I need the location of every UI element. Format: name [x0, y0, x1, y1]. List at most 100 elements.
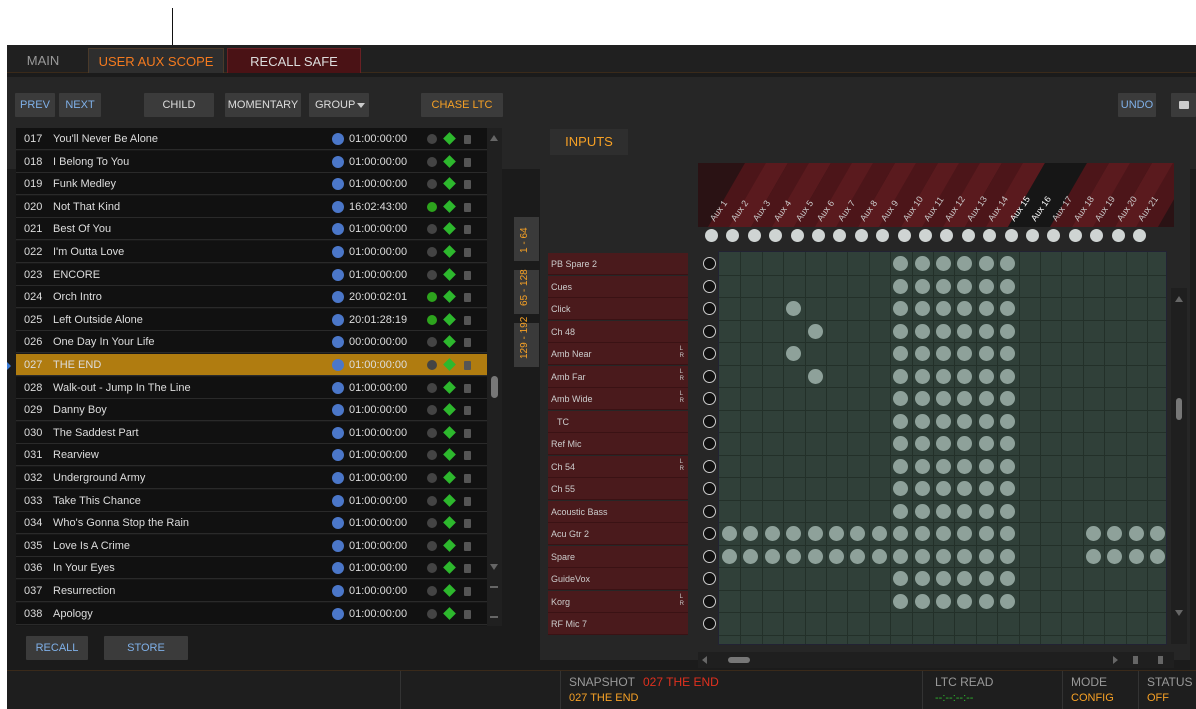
- assignment-dot[interactable]: [914, 503, 930, 519]
- scroll-down-icon[interactable]: [490, 564, 498, 570]
- assignment-dot[interactable]: [978, 323, 994, 339]
- assignment-dot[interactable]: [957, 391, 973, 406]
- assignment-dot[interactable]: [1000, 458, 1016, 474]
- assignment-dot[interactable]: [1000, 346, 1016, 361]
- assignment-dot[interactable]: [936, 323, 951, 339]
- clock-icon[interactable]: [427, 518, 437, 529]
- assignment-dot[interactable]: [914, 548, 930, 564]
- list-item[interactable]: 026 One Day In Your Life 00:00:00:00: [16, 331, 487, 354]
- assignment-dot[interactable]: [936, 256, 951, 271]
- film-reel-icon[interactable]: [332, 585, 344, 597]
- play-icon[interactable]: [703, 347, 716, 360]
- vertical-scroll-thumb[interactable]: [1176, 398, 1182, 420]
- folder-button[interactable]: [1171, 93, 1196, 117]
- assignment-dot[interactable]: [1000, 278, 1016, 294]
- aux-select-icon[interactable]: [812, 229, 825, 242]
- aux-select-icon[interactable]: [1047, 229, 1061, 242]
- clock-icon[interactable]: [427, 224, 437, 235]
- store-button[interactable]: STORE: [104, 636, 188, 660]
- list-item[interactable]: 020 Not That Kind 16:02:43:00: [16, 195, 487, 218]
- lock-icon[interactable]: [464, 496, 471, 506]
- clock-icon[interactable]: [427, 540, 437, 551]
- assignment-dot[interactable]: [764, 548, 780, 564]
- lock-icon[interactable]: [464, 519, 471, 529]
- assignment-dot[interactable]: [978, 571, 994, 586]
- diamond-icon[interactable]: [443, 154, 456, 168]
- assignment-dot[interactable]: [850, 548, 866, 564]
- list-item[interactable]: 037 Resurrection 01:00:00:00: [16, 580, 487, 602]
- list-scroll-thumb[interactable]: [491, 376, 498, 398]
- assignment-dot[interactable]: [914, 593, 930, 609]
- assignment-dot[interactable]: [1000, 548, 1016, 564]
- aux-select-icon[interactable]: [876, 229, 890, 242]
- lock-icon[interactable]: [464, 564, 471, 574]
- assignment-dot[interactable]: [893, 323, 909, 339]
- assignment-dot[interactable]: [829, 548, 844, 564]
- scroll-left-icon[interactable]: [702, 656, 707, 664]
- play-icon[interactable]: [703, 369, 716, 383]
- diamond-icon[interactable]: [443, 516, 456, 530]
- aux-select-icon[interactable]: [940, 229, 954, 242]
- diamond-icon[interactable]: [443, 471, 456, 484]
- assignment-dot[interactable]: [936, 436, 951, 451]
- assignment-dot[interactable]: [936, 458, 951, 474]
- prev-button[interactable]: PREV: [15, 93, 55, 117]
- film-reel-icon[interactable]: [332, 155, 344, 168]
- bank-tab[interactable]: 1 - 64: [514, 217, 539, 261]
- lock-icon[interactable]: [464, 541, 471, 551]
- assignment-dot[interactable]: [743, 526, 759, 541]
- play-icon[interactable]: [703, 594, 716, 608]
- film-reel-icon[interactable]: [332, 200, 344, 213]
- diamond-icon[interactable]: [443, 290, 456, 304]
- assignment-dot[interactable]: [786, 346, 802, 361]
- tab-main[interactable]: MAIN: [13, 48, 73, 73]
- assignment-dot[interactable]: [957, 503, 973, 519]
- lock-icon[interactable]: [464, 293, 471, 303]
- diamond-icon[interactable]: [443, 267, 456, 281]
- play-icon[interactable]: [703, 437, 716, 450]
- assignment-dot[interactable]: [1085, 548, 1101, 564]
- clock-icon[interactable]: [427, 495, 437, 506]
- aux-select-icon[interactable]: [1004, 229, 1018, 242]
- assignment-dot[interactable]: [893, 503, 909, 519]
- assignment-dot[interactable]: [1107, 548, 1123, 564]
- list-item[interactable]: 017 You'll Never Be Alone 01:00:00:00: [16, 128, 487, 150]
- aux-select-icon[interactable]: [747, 229, 761, 242]
- clock-icon[interactable]: [427, 156, 437, 167]
- film-reel-icon[interactable]: [332, 268, 344, 281]
- list-item[interactable]: 030 The Saddest Part 01:00:00:00: [16, 421, 487, 444]
- aux-select-icon[interactable]: [961, 229, 975, 242]
- clock-icon[interactable]: [427, 586, 437, 596]
- assignment-dot[interactable]: [1000, 526, 1016, 541]
- list-item[interactable]: 018 I Belong To You 01:00:00:00: [16, 150, 487, 173]
- scroll-right-icon[interactable]: [1113, 656, 1118, 664]
- lock-icon[interactable]: [464, 474, 471, 483]
- chase-ltc-button[interactable]: CHASE LTC: [421, 93, 503, 117]
- list-item[interactable]: 021 Best Of You 01:00:00:00: [16, 218, 487, 241]
- aux-select-icon[interactable]: [983, 229, 997, 242]
- aux-select-icon[interactable]: [833, 229, 847, 242]
- assignment-dot[interactable]: [936, 548, 951, 564]
- assignment-dot[interactable]: [957, 571, 973, 586]
- clock-icon[interactable]: [427, 179, 437, 190]
- assignment-dot[interactable]: [957, 323, 973, 339]
- undo-button[interactable]: UNDO: [1118, 93, 1156, 117]
- play-icon[interactable]: [703, 617, 716, 630]
- input-label[interactable]: Ch 48: [548, 320, 688, 343]
- assignment-dot[interactable]: [978, 256, 994, 271]
- assignment-dot[interactable]: [978, 526, 994, 541]
- play-icon[interactable]: [703, 482, 716, 495]
- input-label[interactable]: Cues: [548, 275, 688, 298]
- input-label[interactable]: RF Mic 7: [548, 613, 688, 635]
- list-item[interactable]: 023 ENCORE 01:00:00:00: [16, 263, 487, 286]
- assignment-dot[interactable]: [893, 368, 909, 384]
- film-reel-icon[interactable]: [332, 223, 344, 236]
- film-reel-icon[interactable]: [332, 359, 344, 371]
- rewind-icon[interactable]: [1133, 656, 1143, 664]
- assignment-dot[interactable]: [1150, 526, 1165, 541]
- film-reel-icon[interactable]: [332, 313, 344, 326]
- clock-icon[interactable]: [427, 405, 437, 416]
- list-item[interactable]: 036 In Your Eyes 01:00:00:00: [16, 557, 487, 580]
- assignment-dot[interactable]: [829, 526, 844, 541]
- snapshot-list[interactable]: 017 You'll Never Be Alone 01:00:00:00 018 I …: [16, 128, 502, 626]
